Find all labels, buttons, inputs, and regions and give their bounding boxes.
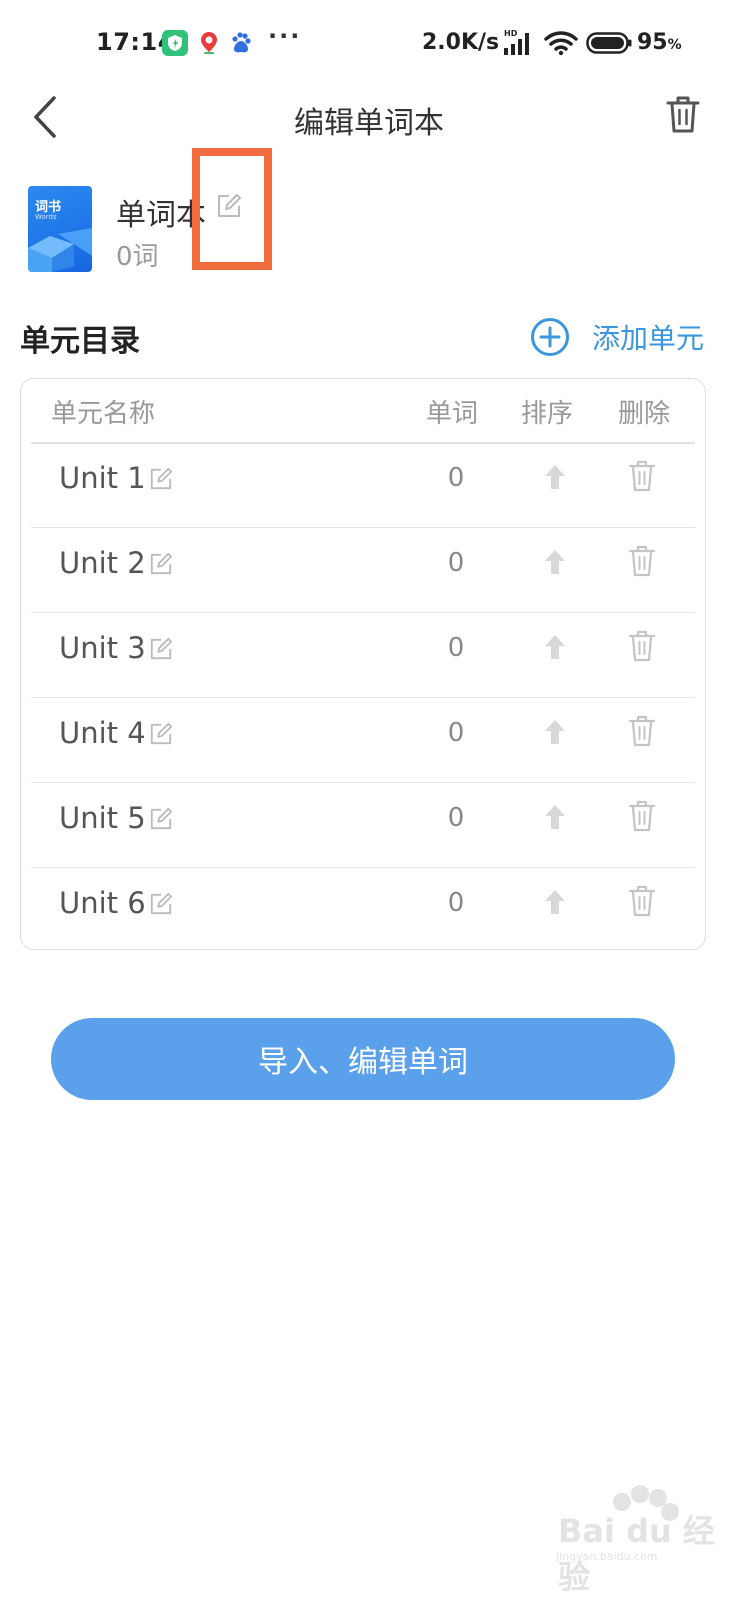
header-delete: 删除 — [618, 399, 671, 429]
unit-word-count: 0 — [447, 463, 465, 493]
header-sort: 排序 — [521, 399, 574, 429]
battery-level: 95% — [637, 30, 682, 55]
baidu-jingyan-watermark: Bai du 经验 jingyan.baidu.com — [536, 1480, 716, 1596]
edit-icon[interactable] — [149, 892, 173, 916]
trash-icon[interactable] — [627, 884, 657, 918]
add-unit-button[interactable]: 添加单元 — [530, 316, 704, 358]
trash-icon[interactable] — [627, 629, 657, 663]
unit-word-count: 0 — [447, 803, 465, 833]
unit-name: Unit 1 — [59, 461, 146, 495]
svg-text:HD: HD — [504, 29, 518, 38]
status-bar: 17:14 ··· 2.0K/s HD 95% — [0, 0, 738, 84]
unit-table: 单元名称 单词 排序 删除 Unit 1 0 Unit 2 0 Unit 3 0 Unit … — [20, 378, 706, 950]
unit-name: Unit 2 — [59, 546, 146, 580]
table-row: Unit 3 0 — [21, 613, 705, 698]
import-edit-words-button[interactable]: 导入、编辑单词 — [51, 1018, 675, 1100]
edit-icon[interactable] — [149, 552, 173, 576]
header-unit-name: 单元名称 — [51, 399, 156, 429]
book-cover-art — [28, 228, 92, 272]
wifi-icon — [544, 31, 578, 56]
edit-icon[interactable] — [149, 637, 173, 661]
unit-word-count: 0 — [447, 633, 465, 663]
arrow-up-icon[interactable] — [542, 463, 568, 491]
signal-hd-icon: HD — [504, 29, 529, 55]
unit-name: Unit 6 — [59, 886, 146, 920]
status-more-indicator: ··· — [268, 22, 302, 50]
trash-icon[interactable] — [627, 459, 657, 493]
table-row: Unit 5 0 — [21, 783, 705, 868]
arrow-up-icon[interactable] — [542, 803, 568, 831]
unit-word-count: 0 — [447, 718, 465, 748]
shield-app-icon — [162, 30, 188, 56]
book-cover: 词书 Words — [28, 186, 92, 272]
plus-circle-icon — [531, 318, 569, 356]
trash-icon[interactable] — [627, 544, 657, 578]
trash-icon[interactable] — [627, 799, 657, 833]
unit-name: Unit 5 — [59, 801, 146, 835]
unit-word-count: 0 — [447, 888, 465, 918]
page-title: 编辑单词本 — [294, 106, 444, 141]
baidu-app-icon — [232, 32, 251, 53]
map-pin-app-icon — [201, 32, 217, 54]
arrow-up-icon[interactable] — [542, 888, 568, 916]
book-cover-subtitle: Words — [35, 213, 57, 221]
edit-icon[interactable] — [149, 722, 173, 746]
table-row: Unit 2 0 — [21, 528, 705, 613]
table-header: 单元名称 单词 排序 删除 — [21, 379, 705, 444]
trash-icon[interactable] — [627, 714, 657, 748]
table-row: Unit 1 0 — [21, 443, 705, 528]
highlight-annotation-box — [192, 148, 272, 270]
unit-name: Unit 3 — [59, 631, 146, 665]
edit-icon[interactable] — [149, 807, 173, 831]
trash-icon[interactable] — [664, 94, 702, 134]
add-unit-label: 添加单元 — [592, 322, 705, 355]
header-words: 单词 — [426, 399, 479, 429]
watermark-url: jingyan.baidu.com — [556, 1550, 658, 1563]
table-row: Unit 6 0 — [21, 868, 705, 953]
arrow-up-icon[interactable] — [542, 718, 568, 746]
table-row: Unit 4 0 — [21, 698, 705, 783]
arrow-up-icon[interactable] — [542, 548, 568, 576]
unit-name: Unit 4 — [59, 716, 146, 750]
edit-icon[interactable] — [149, 467, 173, 491]
book-word-count: 0词 — [116, 242, 159, 272]
arrow-up-icon[interactable] — [542, 633, 568, 661]
section-title: 单元目录 — [20, 324, 140, 359]
unit-word-count: 0 — [447, 548, 465, 578]
network-speed: 2.0K/s — [422, 30, 500, 55]
battery-icon — [586, 32, 632, 54]
